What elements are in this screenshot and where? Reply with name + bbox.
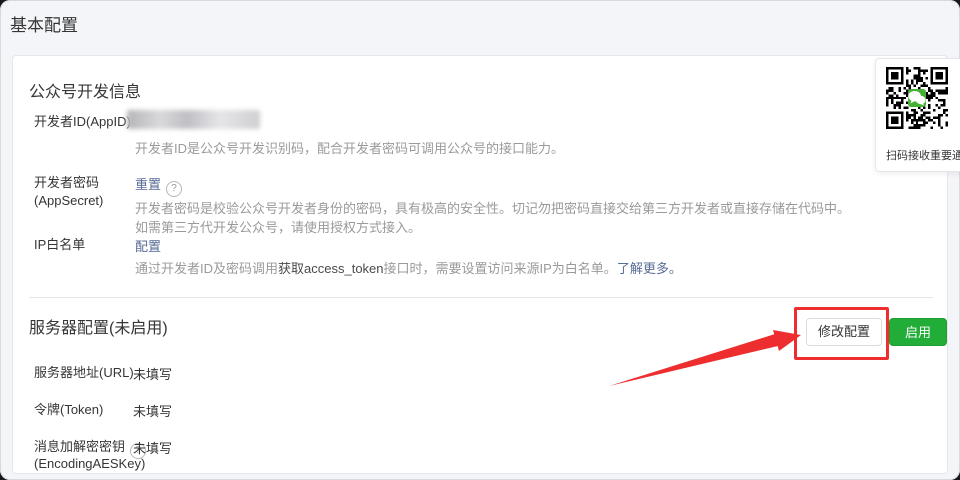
server-config-heading: 服务器配置(未启用) xyxy=(29,314,168,338)
appid-description: 开发者ID是公众号开发识别码，配合开发者密码可调用公众号的接口能力。 xyxy=(135,139,857,158)
configure-ip-whitelist-link[interactable]: 配置 xyxy=(135,236,161,255)
reset-appsecret-link[interactable]: 重置 xyxy=(135,177,161,192)
appsecret-label-sub: (AppSecret) xyxy=(34,192,103,209)
appsecret-actions: 重置? xyxy=(135,174,182,197)
main-card: 公众号开发信息 开发者ID(AppID) 开发者ID是公众号开发识别码，配合开发… xyxy=(12,55,948,474)
section-divider xyxy=(29,297,933,298)
token-label: 令牌(Token) xyxy=(34,401,103,418)
server-url-label: 服务器地址(URL) xyxy=(34,364,134,381)
appsecret-label: 开发者密码 xyxy=(34,174,99,191)
appsecret-description: 开发者密码是校验公众号开发者身份的密码，具有极高的安全性。切记勿把密码直接交给第… xyxy=(135,199,857,237)
enable-button[interactable]: 启用 xyxy=(889,318,947,346)
learn-more-link[interactable]: 了解更多。 xyxy=(617,261,682,276)
qr-caption: 扫码接收重要通知 xyxy=(886,147,960,163)
ip-whitelist-label: IP白名单 xyxy=(34,236,85,253)
basic-config-page: 基本配置 公众号开发信息 开发者ID(AppID) 开发者ID是公众号开发识别码… xyxy=(0,0,960,480)
modify-config-button[interactable]: 修改配置 xyxy=(806,318,882,346)
appid-value-redacted xyxy=(127,110,260,129)
aeskey-label-sub: (EncodingAESKey) xyxy=(34,455,145,472)
aeskey-value: 未填写 xyxy=(133,438,172,457)
dev-info-heading: 公众号开发信息 xyxy=(29,78,141,102)
qr-notification-card: 扫码接收重要通知 xyxy=(875,58,960,172)
server-url-value: 未填写 xyxy=(133,364,172,383)
wechat-logo-icon xyxy=(908,89,926,107)
token-value: 未填写 xyxy=(133,401,172,420)
ip-desc-suffix: 接口时，需要设置访问来源IP为白名单。 xyxy=(384,261,617,276)
page-title: 基本配置 xyxy=(10,11,78,36)
appid-label: 开发者ID(AppID) xyxy=(34,113,131,130)
access-token-text: 获取access_token xyxy=(278,261,384,276)
appsecret-help-icon[interactable]: ? xyxy=(166,181,182,197)
ip-whitelist-description: 通过开发者ID及密码调用获取access_token接口时，需要设置访问来源IP… xyxy=(135,259,857,278)
ip-desc-prefix: 通过开发者ID及密码调用 xyxy=(135,261,278,276)
qr-code xyxy=(886,67,948,129)
